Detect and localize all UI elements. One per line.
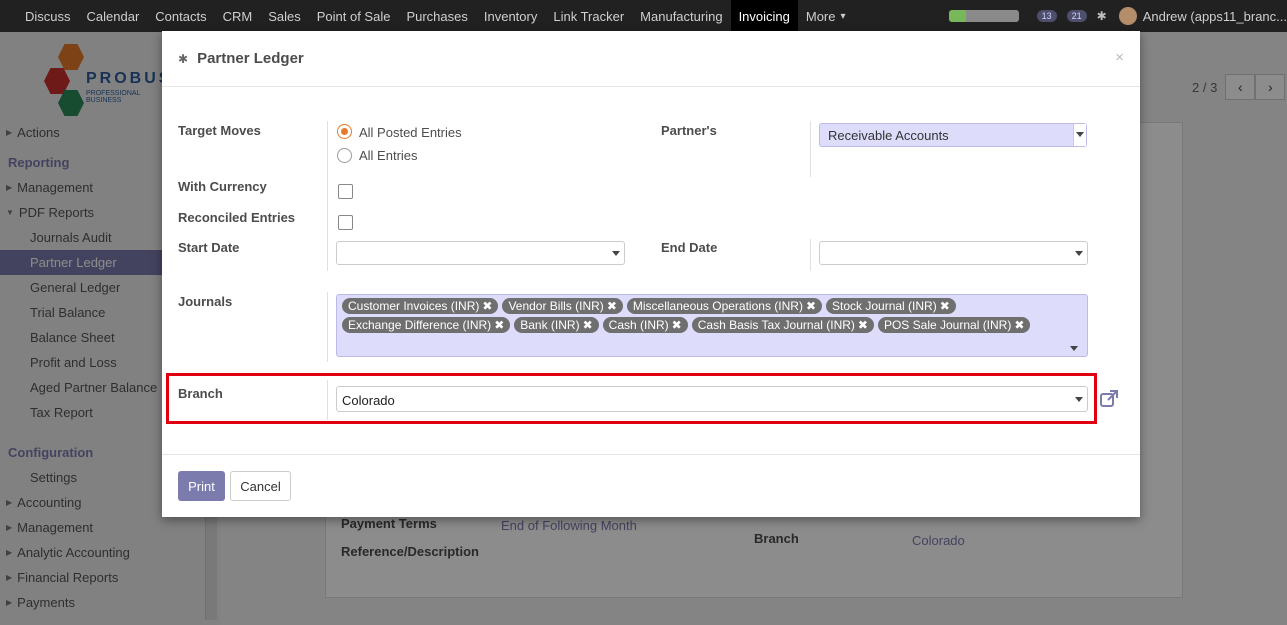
menu-item-discuss[interactable]: Discuss [17,0,79,32]
menu-item-contacts[interactable]: Contacts [147,0,214,32]
remove-tag-icon[interactable]: ✖ [482,299,492,313]
reconciled-checkbox[interactable] [338,215,353,230]
menu-item-more[interactable]: More ▾ [798,0,854,32]
menu-item-manufacturing[interactable]: Manufacturing [632,0,730,32]
menu-item-crm[interactable]: CRM [215,0,261,32]
systray: 13 21 ✱ Andrew (apps11_branc... [948,0,1287,32]
journal-tag: Cash Basis Tax Journal (INR) ✖ [691,317,874,333]
top-navbar: Discuss Calendar Contacts CRM Sales Point of … [0,0,1287,32]
branch-label: Branch [178,386,223,401]
remove-tag-icon[interactable]: ✖ [494,318,504,332]
menu-item-sales[interactable]: Sales [260,0,309,32]
chevron-down-icon [1075,397,1083,402]
journal-tag: Exchange Difference (INR) ✖ [342,317,511,333]
journal-tag: Stock Journal (INR) ✖ [826,298,956,314]
radio-all-entries[interactable] [337,148,352,163]
remove-tag-icon[interactable]: ✖ [940,299,950,313]
dialog-footer-divider [162,454,1140,455]
messages-badge[interactable]: 13 [1036,10,1057,22]
menu-item-calendar[interactable]: Calendar [79,0,148,32]
journal-tag: POS Sale Journal (INR) ✖ [877,317,1031,333]
journal-tag-label: Cash (INR) [608,318,669,332]
remove-tag-icon[interactable]: ✖ [806,299,816,313]
user-menu[interactable]: Andrew (apps11_branc... [1143,9,1287,24]
cancel-button[interactable]: Cancel [230,471,291,501]
partners-select[interactable]: Receivable Accounts [819,123,1087,147]
journal-tag-label: Exchange Difference (INR) [348,318,492,332]
journal-tags: Customer Invoices (INR) ✖ Vendor Bills (IN… [342,298,1057,336]
journal-tag-label: Miscellaneous Operations (INR) [632,299,803,313]
journal-tag: Bank (INR) ✖ [514,317,599,333]
progress-bar[interactable] [948,10,1019,22]
remove-tag-icon[interactable]: ✖ [858,318,868,332]
start-date-label: Start Date [178,240,240,255]
menu-item-point-of-sale[interactable]: Point of Sale [309,0,399,32]
journals-field[interactable]: Customer Invoices (INR) ✖ Vendor Bills (IN… [336,294,1088,357]
with-currency-label: With Currency [178,179,267,194]
journal-tag: Vendor Bills (INR) ✖ [502,298,623,314]
bug-icon[interactable]: ✱ [1097,9,1107,23]
journals-label: Journals [178,294,233,309]
external-link-icon[interactable] [1099,389,1119,409]
journal-tag-label: Vendor Bills (INR) [508,299,604,313]
remove-tag-icon[interactable]: ✖ [607,299,617,313]
reconciled-label: Reconciled Entries [178,210,296,225]
start-date-field[interactable] [336,241,625,265]
branch-select[interactable]: Colorado [336,386,1088,412]
dialog-title: Partner Ledger [197,50,304,67]
chevron-down-icon [1075,251,1083,256]
remove-tag-icon[interactable]: ✖ [1014,318,1024,332]
avatar[interactable] [1118,7,1137,25]
remove-tag-icon[interactable]: ✖ [583,318,593,332]
journal-tag-label: Cash Basis Tax Journal (INR) [697,318,855,332]
journal-tag-label: Customer Invoices (INR) [348,299,480,313]
chevron-down-icon [1076,132,1084,137]
print-button[interactable]: Print [178,471,225,501]
remove-tag-icon[interactable]: ✖ [672,318,682,332]
close-icon[interactable]: × [1115,49,1124,66]
menu-item-purchases[interactable]: Purchases [398,0,475,32]
partners-label: Partner's [661,123,717,138]
branch-value: Colorado [342,393,395,408]
journal-tag-label: Stock Journal (INR) [832,299,937,313]
journal-tag: Miscellaneous Operations (INR) ✖ [626,298,822,314]
with-currency-checkbox[interactable] [338,184,353,199]
menu-item-invoicing[interactable]: Invoicing [730,0,798,32]
end-date-field[interactable] [819,241,1088,265]
radio-all-posted-label[interactable]: All Posted Entries [359,125,462,140]
chevron-down-icon [612,251,620,256]
end-date-label: End Date [661,240,718,255]
radio-all-entries-label[interactable]: All Entries [359,148,418,163]
caret-down-icon: ▾ [840,10,846,22]
journal-tag-label: Bank (INR) [520,318,580,332]
target-moves-label: Target Moves [178,123,261,138]
menu-item-link-tracker[interactable]: Link Tracker [545,0,632,32]
bug-icon: ✱ [178,51,189,66]
chevron-down-icon [1070,346,1078,351]
journal-tag: Customer Invoices (INR) ✖ [342,298,499,314]
partners-value: Receivable Accounts [828,128,949,143]
dialog-header: ✱ Partner Ledger [162,31,1140,87]
activities-badge[interactable]: 21 [1066,10,1087,22]
menu-item-inventory[interactable]: Inventory [476,0,545,32]
radio-all-posted[interactable] [337,124,352,139]
progress-fill [948,10,967,22]
journal-tag-label: POS Sale Journal (INR) [883,318,1012,332]
journal-tag: Cash (INR) ✖ [602,317,688,333]
partner-ledger-dialog: ✱ Partner Ledger × [162,31,1140,517]
app-menu: Discuss Calendar Contacts CRM Sales Point of … [0,0,854,32]
